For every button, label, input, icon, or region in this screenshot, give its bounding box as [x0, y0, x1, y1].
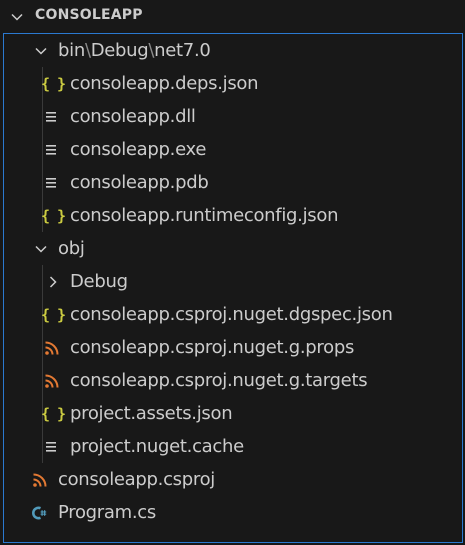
- csharp-icon: [32, 506, 47, 520]
- file-label: Program.cs: [58, 502, 156, 523]
- tree-file-dll[interactable]: consoleapp.dll: [4, 100, 462, 133]
- file-label: project.assets.json: [70, 403, 233, 424]
- file-tree[interactable]: bin\Debug\net7.0 { } consoleapp.deps.jso…: [3, 33, 463, 543]
- tree-folder-obj-debug[interactable]: Debug: [4, 265, 462, 298]
- folder-label-obj: obj: [58, 238, 85, 259]
- file-label: consoleapp.exe: [70, 139, 207, 160]
- tree-file-runtimeconfig-json[interactable]: { } consoleapp.runtimeconfig.json: [4, 199, 462, 232]
- chevron-down-icon[interactable]: [32, 42, 50, 60]
- chevron-down-icon[interactable]: [32, 240, 50, 258]
- path-segment-net70: net7.0: [154, 40, 211, 61]
- json-icon: { }: [41, 405, 66, 423]
- file-lines-icon: [46, 178, 56, 188]
- file-lines-icon: [46, 112, 56, 122]
- file-label: consoleapp.csproj.nuget.dgspec.json: [70, 304, 393, 325]
- json-icon: { }: [41, 207, 66, 225]
- folder-label-debug: Debug: [70, 271, 128, 292]
- file-label: consoleapp.csproj: [58, 469, 216, 490]
- file-label: consoleapp.dll: [70, 106, 196, 127]
- tree-file-deps-json[interactable]: { } consoleapp.deps.json: [4, 67, 462, 100]
- tree-file-csproj[interactable]: consoleapp.csproj: [4, 463, 462, 496]
- tree-file-pdb[interactable]: consoleapp.pdb: [4, 166, 462, 199]
- tree-file-program-cs[interactable]: Program.cs: [4, 496, 462, 529]
- tree-folder-obj[interactable]: obj: [4, 232, 462, 265]
- tree-file-g-targets[interactable]: consoleapp.csproj.nuget.g.targets: [4, 364, 462, 397]
- folder-label-bin-path: bin\Debug\net7.0: [58, 34, 211, 67]
- path-segment-debug: Debug: [90, 40, 149, 61]
- file-label: consoleapp.runtimeconfig.json: [70, 205, 339, 226]
- tree-file-project-nuget-cache[interactable]: project.nuget.cache: [4, 430, 462, 463]
- tree-file-exe[interactable]: consoleapp.exe: [4, 133, 462, 166]
- tree-file-project-assets-json[interactable]: { } project.assets.json: [4, 397, 462, 430]
- file-lines-icon: [46, 442, 56, 452]
- rss-icon: [45, 341, 59, 355]
- path-segment-bin: bin: [58, 40, 85, 61]
- file-label: project.nuget.cache: [70, 436, 244, 457]
- file-lines-icon: [46, 145, 56, 155]
- tree-file-g-props[interactable]: consoleapp.csproj.nuget.g.props: [4, 331, 462, 364]
- chevron-right-icon[interactable]: [44, 273, 62, 291]
- tree-file-dgspec-json[interactable]: { } consoleapp.csproj.nuget.dgspec.json: [4, 298, 462, 331]
- explorer-section-header[interactable]: CONSOLEAPP: [0, 0, 465, 33]
- file-label: consoleapp.csproj.nuget.g.targets: [70, 370, 368, 391]
- chevron-down-icon[interactable]: [9, 9, 25, 25]
- explorer-section-title: CONSOLEAPP: [35, 7, 143, 23]
- json-icon: { }: [41, 75, 66, 93]
- json-icon: { }: [41, 306, 66, 324]
- file-label: consoleapp.deps.json: [70, 73, 259, 94]
- file-label: consoleapp.csproj.nuget.g.props: [70, 337, 355, 358]
- rss-icon: [33, 473, 47, 487]
- tree-folder-bin-debug-net70[interactable]: bin\Debug\net7.0: [4, 34, 462, 67]
- file-label: consoleapp.pdb: [70, 172, 209, 193]
- rss-icon: [45, 374, 59, 388]
- explorer-panel: CONSOLEAPP bin\Debug\net7.0 { } consolea…: [0, 0, 465, 545]
